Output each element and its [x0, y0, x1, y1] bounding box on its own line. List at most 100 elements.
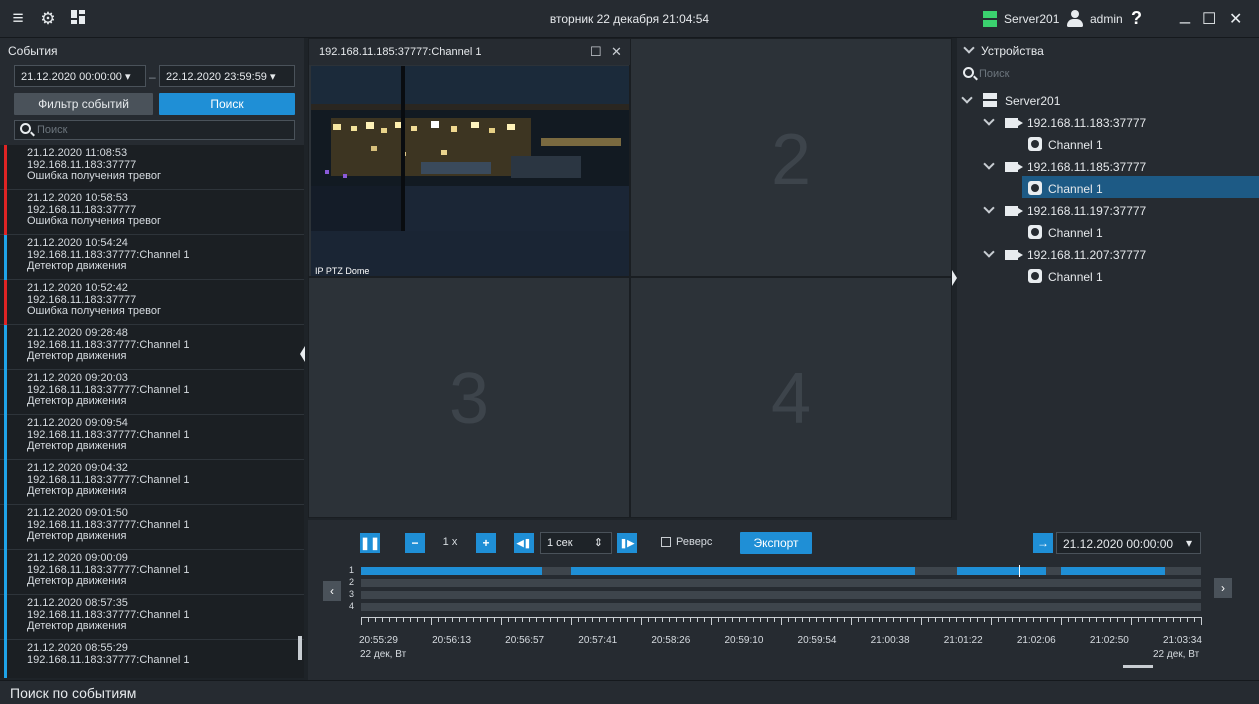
chevron-down-icon[interactable]: [983, 158, 995, 170]
chevron-down-icon[interactable]: [983, 246, 995, 258]
tree-channel-label: Channel 1: [1048, 226, 1103, 240]
recording-segment[interactable]: [1060, 567, 1165, 575]
event-color-bar: [4, 235, 7, 280]
date-to-select[interactable]: 22.12.2020 23:59:59 ▾: [159, 65, 295, 87]
recording-segment[interactable]: [957, 567, 1046, 575]
video-cell-4[interactable]: 4: [630, 277, 952, 518]
ruler-tick: [851, 617, 852, 625]
event-item[interactable]: 21.12.2020 09:04:32 192.168.11.183:37777:…: [0, 460, 304, 505]
dropdown-icon: ▾: [125, 71, 131, 83]
recording-segment[interactable]: [361, 567, 542, 575]
event-item[interactable]: 21.12.2020 09:01:50 192.168.11.183:37777:…: [0, 505, 304, 550]
channel-icon: [1028, 181, 1042, 195]
tree-camera-label: 192.168.11.183:37777: [1027, 116, 1147, 130]
timeline-scroll-handle[interactable]: [1123, 665, 1153, 668]
status-text: Поиск по событиям: [10, 685, 137, 701]
filter-events-button[interactable]: Фильтр событий: [14, 93, 153, 115]
ruler-time-label: 20:57:41: [578, 635, 618, 646]
timeline-track[interactable]: [361, 591, 1201, 599]
event-item[interactable]: 21.12.2020 09:28:48 192.168.11.183:37777:…: [0, 325, 304, 370]
ruler-tick: [711, 617, 712, 625]
playback-panel: ❚❚ − 1 x + ◀❚ 1 сек ⇕ ❚▶ Реверс Экспорт →…: [308, 520, 1259, 680]
event-item[interactable]: 21.12.2020 08:55:29 192.168.11.183:37777:…: [0, 640, 304, 678]
user-icon[interactable]: [1066, 9, 1084, 27]
export-button[interactable]: Экспорт: [740, 532, 812, 554]
tree-channel[interactable]: Channel 1: [1028, 180, 1248, 200]
close-button[interactable]: ✕: [1229, 9, 1242, 29]
video-cell-2[interactable]: 2: [630, 38, 952, 277]
tree-camera[interactable]: 192.168.11.185:37777: [983, 158, 1245, 178]
event-item[interactable]: 21.12.2020 10:54:24 192.168.11.183:37777:…: [0, 235, 304, 280]
chevron-down-icon[interactable]: [963, 42, 975, 54]
event-item[interactable]: 21.12.2020 09:00:09 192.168.11.183:37777:…: [0, 550, 304, 595]
tree-channel[interactable]: Channel 1: [1028, 224, 1248, 244]
timeline-cursor[interactable]: [1018, 565, 1020, 577]
recording-segment[interactable]: [571, 567, 916, 575]
user-name[interactable]: admin: [1090, 12, 1123, 26]
help-icon[interactable]: ?: [1131, 8, 1142, 29]
video-cell-3[interactable]: 3: [308, 277, 630, 518]
server-name[interactable]: Server201: [1004, 12, 1059, 26]
ruler-time-label: 20:56:13: [432, 635, 472, 646]
step-back-button[interactable]: ◀❚: [514, 533, 534, 553]
video-cell-1[interactable]: 192.168.11.185:37777:Channel 1 ☐ ✕ IP PT…: [308, 38, 631, 277]
event-time: 21.12.2020 10:52:42: [27, 282, 128, 294]
goto-arrow-button[interactable]: →: [1033, 533, 1053, 553]
server-icon: [983, 93, 997, 107]
event-type: Ошибка получения тревог: [27, 170, 162, 182]
maximize-button[interactable]: ☐: [1202, 9, 1216, 29]
events-search-input[interactable]: Поиск: [14, 120, 295, 140]
event-time: 21.12.2020 09:01:50: [27, 507, 128, 519]
minimize-button[interactable]: _: [1180, 4, 1190, 25]
event-source: 192.168.11.183:37777:Channel 1: [27, 653, 190, 666]
step-forward-button[interactable]: ❚▶: [617, 533, 637, 553]
channel-icon: [1028, 269, 1042, 283]
event-item[interactable]: 21.12.2020 09:20:03 192.168.11.183:37777:…: [0, 370, 304, 415]
chevron-down-icon[interactable]: [983, 202, 995, 214]
tree-channel[interactable]: Channel 1: [1028, 136, 1248, 156]
tree-camera[interactable]: 192.168.11.183:37777: [983, 114, 1245, 134]
chevron-down-icon[interactable]: [983, 114, 995, 126]
event-item[interactable]: 21.12.2020 08:57:35 192.168.11.183:37777:…: [0, 595, 304, 640]
events-list[interactable]: 21.12.2020 11:08:53 192.168.11.183:37777 О…: [0, 145, 304, 678]
event-item[interactable]: 21.12.2020 09:09:54 192.168.11.183:37777:…: [0, 415, 304, 460]
timeline-left-button[interactable]: ‹: [323, 581, 341, 601]
speed-plus-button[interactable]: +: [476, 533, 496, 553]
ruler-tick: [1131, 617, 1132, 625]
timeline-track[interactable]: [361, 603, 1201, 611]
camera-video[interactable]: IP PTZ Dome: [311, 66, 629, 276]
event-type: Детектор движения: [27, 620, 127, 632]
timeline-track[interactable]: [361, 579, 1201, 587]
event-item[interactable]: 21.12.2020 10:52:42 192.168.11.183:37777 О…: [0, 280, 304, 325]
event-color-bar: [4, 280, 7, 325]
tree-camera[interactable]: 192.168.11.197:37777: [983, 202, 1245, 222]
event-color-bar: [4, 640, 7, 678]
event-time: 21.12.2020 09:28:48: [27, 327, 128, 339]
search-icon: [963, 67, 974, 78]
speed-minus-button[interactable]: −: [405, 533, 425, 553]
top-bar: ≡ ⚙ вторник 22 декабря 21:04:54 Server20…: [0, 0, 1259, 38]
maximize-cell-icon[interactable]: ☐: [590, 44, 602, 60]
search-button[interactable]: Поиск: [159, 93, 295, 115]
step-select[interactable]: 1 сек ⇕: [540, 532, 612, 554]
search-placeholder: Поиск: [37, 124, 68, 136]
pause-button[interactable]: ❚❚: [360, 533, 380, 553]
camera-icon: [1005, 162, 1023, 172]
event-color-bar: [4, 145, 7, 190]
devices-search-input[interactable]: Поиск: [957, 65, 1259, 85]
goto-datetime-select[interactable]: 21.12.2020 00:00:00 ▾: [1056, 532, 1201, 554]
reverse-checkbox[interactable]: [661, 537, 671, 547]
close-cell-icon[interactable]: ✕: [611, 44, 622, 60]
track-label: 1: [349, 565, 355, 575]
range-dash: –: [149, 70, 156, 84]
tree-channel[interactable]: Channel 1: [1028, 268, 1248, 288]
event-item[interactable]: 21.12.2020 11:08:53 192.168.11.183:37777 О…: [0, 145, 304, 190]
timeline-right-button[interactable]: ›: [1214, 578, 1232, 598]
events-scrollbar[interactable]: [298, 636, 302, 660]
video-grid: 192.168.11.185:37777:Channel 1 ☐ ✕ IP PT…: [308, 38, 952, 518]
tree-camera[interactable]: 192.168.11.207:37777: [983, 246, 1245, 266]
collapse-left-handle[interactable]: [300, 346, 305, 362]
speed-value: 1 x: [442, 536, 458, 548]
event-item[interactable]: 21.12.2020 10:58:53 192.168.11.183:37777 О…: [0, 190, 304, 235]
date-from-select[interactable]: 21.12.2020 00:00:00 ▾: [14, 65, 146, 87]
